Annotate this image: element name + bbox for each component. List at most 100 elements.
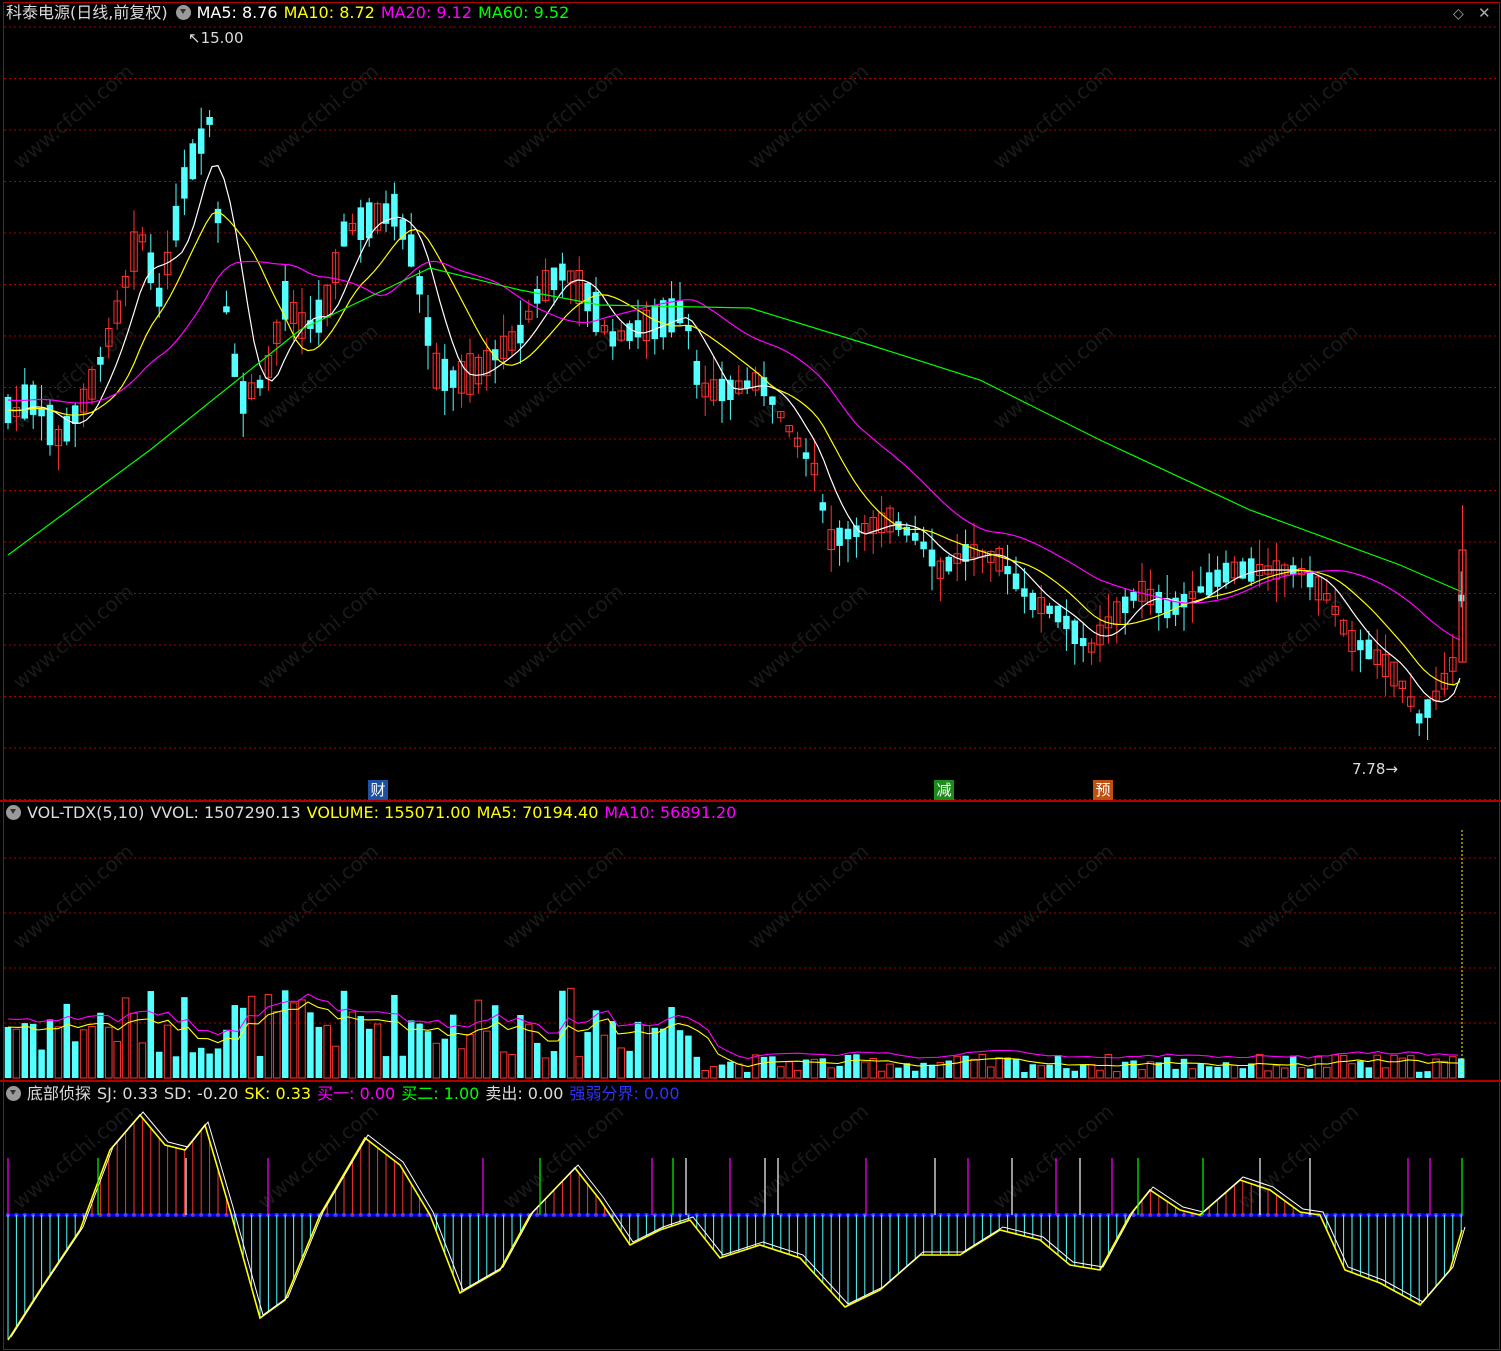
volume-bar [567, 987, 575, 1079]
volume-bar [181, 997, 188, 1078]
candle-body [256, 379, 264, 389]
volume-bar [239, 1007, 247, 1078]
ma20-line [7, 260, 1461, 641]
candle-body [231, 353, 239, 377]
oscillator-dropdown-icon[interactable] [6, 1086, 21, 1101]
volume-bar [877, 1070, 886, 1079]
volume-ma10-label: MA10: 56891.20 [604, 803, 737, 822]
ma10-line [7, 210, 1461, 686]
volume-bar [365, 1028, 373, 1078]
volume-bar [709, 1066, 718, 1079]
high-price-marker: ↖15.00 [188, 29, 244, 47]
volume-bar [1230, 1064, 1239, 1079]
volume-bar [289, 1002, 298, 1079]
watermark-text: www.cfchi.com [498, 59, 628, 174]
ma5-line [7, 164, 1461, 703]
candle-body [1004, 566, 1011, 575]
buy2-label: 买二: 1.00 [401, 1084, 480, 1103]
volume-bar [819, 1058, 827, 1078]
volume-bar [54, 1026, 63, 1079]
volume-bar [1424, 1071, 1431, 1078]
sj-line [10, 1111, 1466, 1338]
volume-panel-header: VOL-TDX(5,10) VVOL: 1507290.13 VOLUME: 155… [0, 802, 742, 824]
volume-bar [1272, 1065, 1281, 1079]
volume-bar [138, 1042, 147, 1079]
candle-body [416, 276, 423, 295]
volume-label: VOLUME: 155071.00 [306, 803, 471, 822]
volume-bar [1331, 1054, 1339, 1079]
volume-bar [1339, 1054, 1348, 1079]
volume-bar [541, 1057, 550, 1079]
volume-bar [1255, 1053, 1264, 1079]
volume-bar [743, 1071, 751, 1078]
indicator-dropdown-icon[interactable] [175, 5, 191, 20]
sk-label: SK: 0.33 [244, 1084, 312, 1103]
sd-label: SD: -0.20 [164, 1084, 239, 1103]
candle-body [1012, 573, 1020, 590]
watermark-text: www.cfchi.com [1233, 839, 1363, 954]
volume-bar [247, 995, 256, 1079]
volume-bar [474, 999, 483, 1079]
close-icon[interactable]: ✕ [1478, 4, 1491, 22]
volume-bar [634, 1021, 642, 1078]
forecast-tag[interactable]: 预 [1093, 780, 1113, 800]
candle-body [517, 324, 524, 344]
volume-bar [1239, 1068, 1247, 1078]
volume-bar [853, 1054, 860, 1078]
candle-body [769, 396, 776, 405]
reduce-holding-tag[interactable]: 减 [934, 780, 954, 800]
volume-bar [1029, 1064, 1037, 1078]
volume-bar [886, 1063, 894, 1079]
volume-bar [1004, 1057, 1011, 1078]
oscillator-panel-header: 底部侦探 SJ: 0.33 SD: -0.20 SK: 0.33 买一: 0.00 买二:… [0, 1083, 686, 1105]
watermark-text: www.cfchi.com [743, 59, 873, 174]
volume-bar [121, 997, 130, 1079]
candle-body [239, 381, 247, 414]
volume-bar [1449, 1056, 1457, 1079]
candle-body [634, 320, 642, 338]
watermark-text: www.cfchi.com [8, 59, 138, 174]
volume-bar [517, 1015, 524, 1078]
volume-dropdown-icon[interactable] [6, 805, 21, 820]
candlestick-chart[interactable]: www.cfchi.com www.cfchi.com www.cfchi.com w… [0, 0, 1501, 1351]
candle-body [550, 267, 558, 291]
volume-bar [206, 1053, 213, 1078]
watermark-text: www.cfchi.com [253, 59, 383, 174]
candle-body [38, 408, 45, 417]
volume-bar [29, 1023, 37, 1078]
candle-body [1079, 638, 1087, 647]
volume-bar [79, 1029, 88, 1079]
volume-bar [441, 1038, 449, 1078]
watermark-text: www.cfchi.com [988, 579, 1118, 694]
diamond-icon[interactable]: ◇ [1453, 6, 1464, 22]
volume-bar [676, 1030, 684, 1078]
candle-body [449, 370, 457, 388]
volume-bar [1021, 1071, 1028, 1078]
volume-bar [340, 990, 348, 1078]
candle-body [1063, 615, 1070, 630]
volume-bar [4, 1026, 12, 1078]
watermark-text: www.cfchi.com [743, 579, 873, 694]
volume-bar [760, 1056, 768, 1078]
volume-bar [1381, 1067, 1390, 1079]
volume-bar [1138, 1069, 1146, 1079]
volume-bar [163, 1024, 172, 1079]
watermark-text: www.cfchi.com [498, 1099, 628, 1214]
volume-bar [727, 1061, 734, 1078]
volume-bar [231, 1005, 239, 1078]
volume-bar [105, 1026, 113, 1079]
watermark-text: www.cfchi.com [8, 1099, 138, 1214]
volume-bar [197, 1047, 205, 1078]
candle-body [1357, 640, 1364, 651]
volume-bar [836, 1065, 843, 1078]
volume-bar [147, 991, 155, 1078]
volume-bar [499, 1051, 508, 1079]
volume-bar [533, 1042, 541, 1078]
candle-body [1415, 713, 1423, 724]
volume-bar [155, 1051, 163, 1078]
candle-body [1214, 569, 1221, 587]
candle-body [172, 205, 180, 241]
volume-bar [895, 1067, 902, 1078]
candle-body [223, 306, 230, 313]
financial-report-tag[interactable]: 财 [368, 780, 388, 800]
